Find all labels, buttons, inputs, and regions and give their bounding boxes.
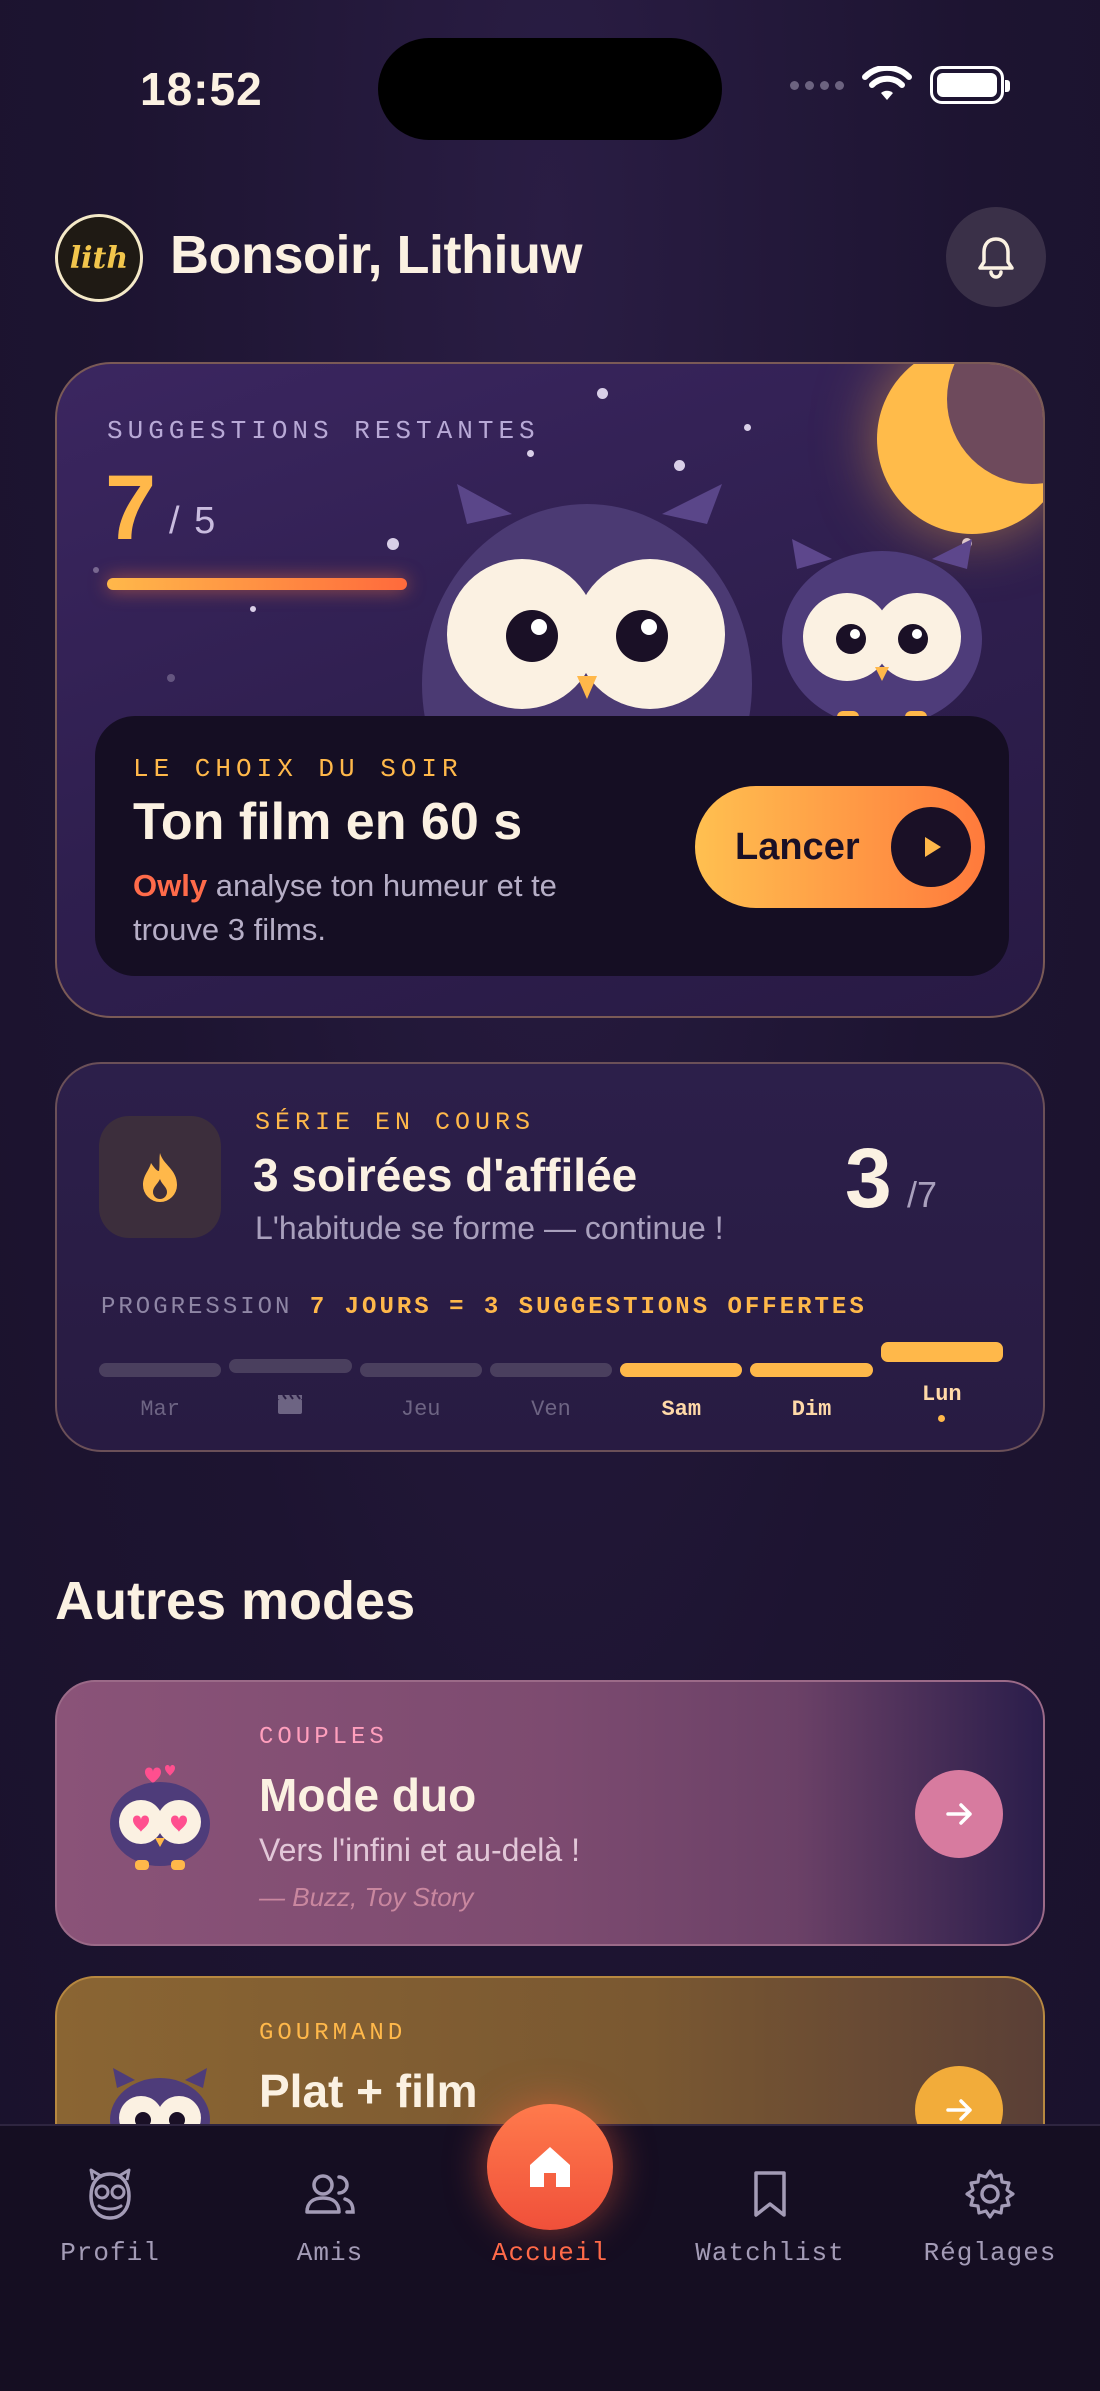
screen: 18:52 lith Bonsoir, Lithiuw SUGGESTIONS … [0,0,1100,2391]
duo-kicker: COUPLES [259,1724,388,1751]
day-bar [750,1363,873,1377]
home-icon [530,2147,570,2187]
home-button[interactable] [487,2104,613,2230]
tab-profil[interactable]: Profil [15,2164,205,2268]
duo-subtitle: Vers l'infini et au-delà ! [259,1832,580,1868]
star [250,606,256,612]
arrow-right-icon[interactable] [915,1770,1003,1858]
battery-icon [930,66,1010,104]
dynamic-island [378,38,722,140]
streak-card[interactable]: SÉRIE EN COURS 3 soirées d'affilée L'hab… [55,1062,1045,1452]
day-label: Jeu [400,1397,441,1422]
star [527,450,534,457]
launch-button[interactable]: Lancer [695,786,985,908]
streak-days: Mar Jeu Ven Sam Dim Lun [99,1342,1003,1422]
play-icon [891,807,971,887]
film-clapper-icon [278,1394,303,1414]
day-bar [229,1359,352,1373]
flame-icon [99,1116,221,1238]
day-bar [99,1363,222,1377]
food-title: Plat + film [259,2065,478,2117]
bell-icon [978,237,1014,279]
tonight-title: Ton film en 60 s [133,793,523,851]
tab-label: Accueil [491,2238,609,2268]
other-modes-title: Autres modes [55,1571,416,1631]
day-bar [489,1363,613,1377]
tonight-description: Owly analyse ton humeur et te trouve 3 f… [133,864,613,952]
day-label: Ven [531,1397,571,1422]
suggestions-hero-card: SUGGESTIONS RESTANTES 7 / 5 LE CHOIX DU … [55,362,1045,1018]
bookmark-icon [740,2164,800,2224]
day-jeu: Jeu [359,1363,482,1422]
star [93,567,99,573]
day-label: Sam [661,1397,702,1422]
avatar[interactable]: lith [55,214,143,302]
day-mar: Mar [99,1363,222,1422]
tab-label: Watchlist [695,2238,845,2268]
owl-profile-icon [80,2164,140,2224]
owly-name: Owly [133,868,208,903]
duo-quote: — Buzz, Toy Story [259,1882,474,1912]
tonight-choice-panel: LE CHOIX DU SOIR Ton film en 60 s Owly a… [95,716,1009,976]
streak-total: /7 [907,1174,938,1215]
day-label: Dim [791,1397,832,1422]
day-sam: Sam [620,1363,743,1422]
streak-kicker: SÉRIE EN COURS [255,1108,536,1137]
star [674,460,685,471]
wifi-icon [862,66,912,100]
status-time: 18:52 [140,63,263,115]
tab-reglages[interactable]: Réglages [895,2164,1085,2268]
owl-mascot-large [422,484,752,724]
launch-label: Lancer [735,825,860,868]
day-bar [620,1363,743,1377]
star [167,674,175,682]
food-kicker: GOURMAND [259,2020,407,2047]
tab-label: Profil [60,2238,160,2268]
owl-mascot-small [782,539,982,727]
today-dot [938,1415,946,1422]
gear-icon [960,2164,1020,2224]
star [387,538,399,550]
tab-label: Amis [296,2238,364,2268]
day-label: Lun [922,1382,962,1407]
progression-label: PROGRESSION 7 JOURS = 3 SUGGESTIONS OFFE… [101,1294,867,1321]
day-dim: Dim [750,1363,873,1422]
duo-mode-card[interactable]: COUPLES Mode duo Vers l'infini et au-del… [55,1680,1045,1946]
day-bar [880,1342,1003,1362]
streak-count: 3 [845,1131,892,1225]
status-icons [790,66,1010,104]
tab-amis[interactable]: Amis [235,2164,425,2268]
progression-reward: 7 JOURS = 3 SUGGESTIONS OFFERTES [309,1294,867,1321]
progression-label-prefix: PROGRESSION [101,1294,293,1321]
greeting-title: Bonsoir, Lithiuw [170,225,582,285]
day-bar [359,1363,482,1377]
duo-title: Mode duo [259,1769,477,1821]
day-mer [229,1359,352,1422]
star [744,424,751,431]
notifications-button[interactable] [946,207,1046,307]
tab-label: Réglages [923,2238,1057,2268]
owl-hearts-icon [110,1765,210,1870]
suggestions-count: 7 [105,457,157,559]
suggestions-total: / 5 [169,500,218,542]
suggestions-kicker: SUGGESTIONS RESTANTES [107,416,540,446]
avatar-text: lith [69,240,129,276]
day-ven: Ven [489,1363,613,1422]
streak-title: 3 soirées d'affilée [253,1149,638,1201]
day-label: Mar [140,1397,180,1422]
streak-subtitle: L'habitude se forme — continue ! [255,1210,724,1246]
tonight-kicker: LE CHOIX DU SOIR [133,754,463,784]
star [597,388,608,399]
suggestions-progress-bar [107,578,407,590]
tab-watchlist[interactable]: Watchlist [675,2164,865,2268]
users-icon [300,2164,360,2224]
signal-icon [790,80,844,90]
day-lun: Lun [880,1342,1003,1422]
